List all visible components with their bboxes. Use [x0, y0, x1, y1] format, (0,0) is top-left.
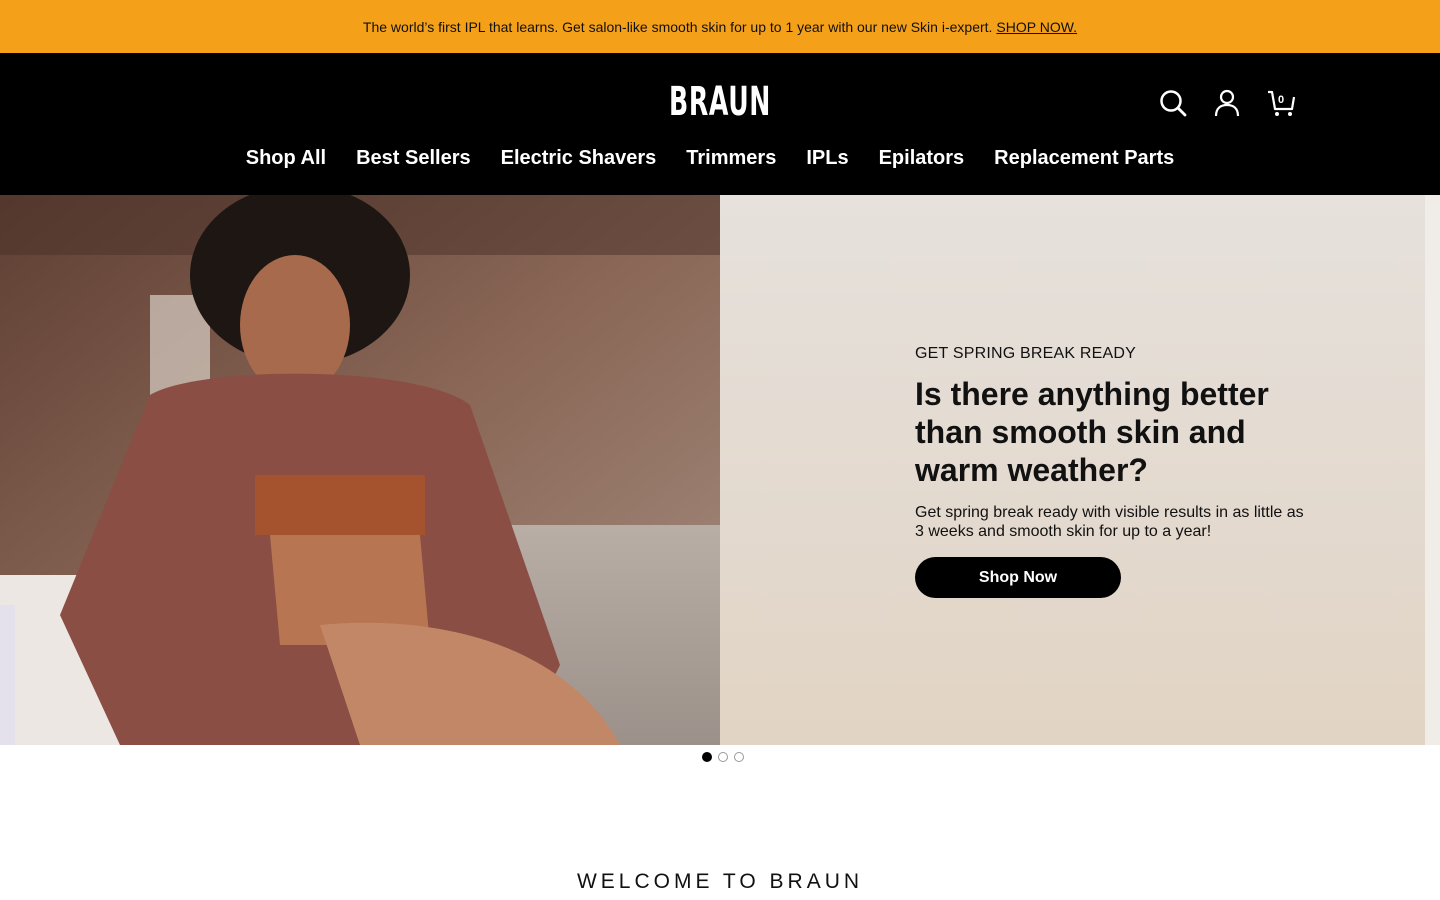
hero-eyebrow: GET SPRING BREAK READY [915, 345, 1137, 362]
logo-text: BRAUN [669, 79, 771, 118]
account-icon[interactable] [1212, 87, 1242, 119]
nav-electric-shavers[interactable]: Electric Shavers [501, 147, 657, 170]
promo-shop-now-link[interactable]: SHOP NOW. [996, 19, 1077, 35]
promo-text: The world’s first IPL that learns. Get s… [362, 18, 993, 35]
carousel-dot-2[interactable] [718, 752, 728, 762]
next-slide-peek[interactable] [1425, 195, 1440, 745]
shop-now-button[interactable]: Shop Now [915, 557, 1121, 598]
braun-logo[interactable]: BRAUN [669, 73, 771, 118]
site-header: BRAUN 0 Shop All Best Sellers Electric S… [0, 53, 1440, 195]
carousel-dot-3[interactable] [734, 752, 744, 762]
nav-trimmers[interactable]: Trimmers [686, 147, 776, 170]
nav-replacement-parts[interactable]: Replacement Parts [994, 147, 1174, 170]
welcome-heading: WELCOME TO BRAUN [576, 870, 864, 893]
nav-best-sellers[interactable]: Best Sellers [356, 147, 471, 170]
hero-copy: GET SPRING BREAK READY Is there anything… [915, 345, 1315, 598]
hero-body: Get spring break ready with visible resu… [915, 504, 1304, 540]
cart-count-badge: 0 [1278, 94, 1285, 106]
cart-icon[interactable]: 0 [1266, 87, 1296, 119]
search-icon[interactable] [1158, 87, 1188, 119]
hero-headline: Is there anything better than smooth ski… [915, 376, 1269, 488]
nav-ipls[interactable]: IPLs [806, 147, 848, 170]
nav-epilators[interactable]: Epilators [879, 147, 965, 170]
hero-carousel: GET SPRING BREAK READY Is there anything… [0, 195, 1440, 745]
carousel-dots [702, 752, 744, 762]
hero-image [0, 195, 720, 745]
header-icons: 0 [1158, 87, 1296, 119]
main-nav: Shop All Best Sellers Electric Shavers T… [0, 147, 1440, 170]
nav-shop-all[interactable]: Shop All [246, 147, 326, 170]
promo-banner: The world’s first IPL that learns. Get s… [0, 0, 1440, 53]
carousel-dot-1[interactable] [702, 752, 712, 762]
